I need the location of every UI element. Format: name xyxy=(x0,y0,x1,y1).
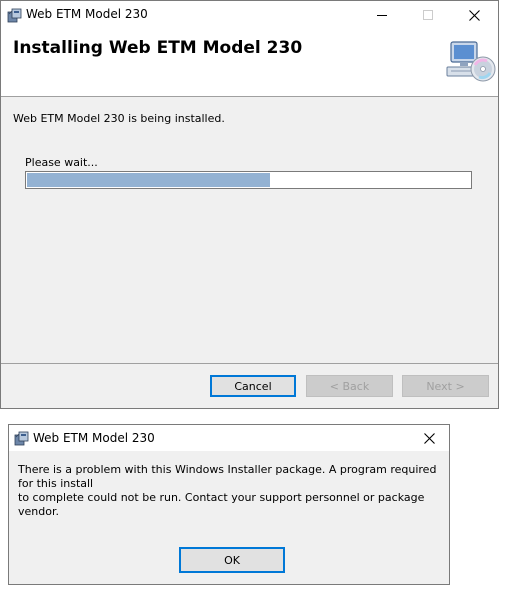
installer-titlebar: Web ETM Model 230 xyxy=(1,1,498,29)
close-button[interactable] xyxy=(451,1,497,29)
ok-button[interactable]: OK xyxy=(179,547,285,573)
error-message: There is a problem with this Windows Ins… xyxy=(18,463,438,519)
minimize-button[interactable] xyxy=(359,1,405,29)
error-dialog: Web ETM Model 230 There is a problem wit… xyxy=(8,424,450,585)
computer-cd-icon xyxy=(446,41,496,82)
page-title: Installing Web ETM Model 230 xyxy=(13,38,303,58)
close-icon xyxy=(423,432,435,444)
dialog-title: Web ETM Model 230 xyxy=(33,431,155,445)
minimize-icon xyxy=(377,15,387,16)
footer-divider xyxy=(1,363,498,364)
error-message-line-1: There is a problem with this Windows Ins… xyxy=(18,463,437,490)
next-button[interactable]: Next > xyxy=(402,375,489,397)
header-banner: Installing Web ETM Model 230 xyxy=(1,29,498,97)
installer-app-icon xyxy=(14,431,29,446)
progress-label: Please wait... xyxy=(25,156,98,169)
installer-app-icon xyxy=(7,8,22,23)
back-button[interactable]: < Back xyxy=(306,375,393,397)
dialog-titlebar: Web ETM Model 230 xyxy=(9,425,449,451)
maximize-icon xyxy=(423,10,433,20)
install-progress-bar xyxy=(25,171,472,189)
cancel-button[interactable]: Cancel xyxy=(210,375,296,397)
next-button-label: Next > xyxy=(426,379,465,393)
window-title: Web ETM Model 230 xyxy=(26,7,148,21)
installer-window: Web ETM Model 230 Installing Web ETM Mod… xyxy=(0,0,499,409)
install-status-text: Web ETM Model 230 is being installed. xyxy=(13,112,225,125)
close-icon xyxy=(468,9,480,21)
dialog-close-button[interactable] xyxy=(409,425,449,451)
maximize-button[interactable] xyxy=(405,1,451,29)
ok-button-label: OK xyxy=(224,553,240,567)
error-message-line-2: to complete could not be run. Contact yo… xyxy=(18,491,425,518)
back-button-label: < Back xyxy=(329,379,370,393)
progress-fill xyxy=(27,173,270,187)
cancel-button-label: Cancel xyxy=(234,379,272,393)
